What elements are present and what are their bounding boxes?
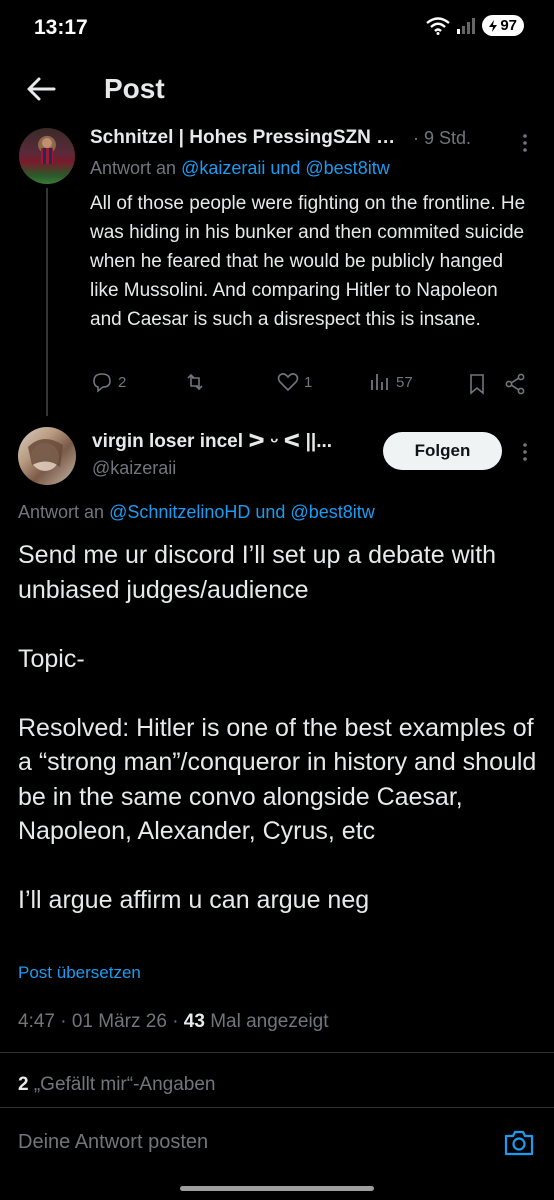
reply-prefix: Antwort an xyxy=(18,502,105,522)
reply-prefix: Antwort an xyxy=(90,158,177,178)
reply-mentions-link[interactable]: @kaizeraii und @best8itw xyxy=(181,158,390,178)
parent-author-name[interactable]: Schnitzel | Hohes PressingSZN … xyxy=(90,127,395,149)
battery-indicator: 97 xyxy=(482,15,524,36)
likes-count: 2 xyxy=(18,1074,29,1095)
post-text-line: Send me ur discord I’ll set up a debate … xyxy=(18,541,497,604)
thread-connector-line xyxy=(46,188,48,416)
status-time: 13:17 xyxy=(34,16,88,39)
parent-tweet-text: All of those people were fighting on the… xyxy=(90,193,526,330)
parent-action-bar: 2 1 57 xyxy=(90,370,530,398)
view-count: 57 xyxy=(396,373,413,391)
reply-button[interactable]: 2 xyxy=(90,370,126,394)
divider xyxy=(0,1052,554,1053)
post-view-label: Mal angezeigt xyxy=(204,1011,329,1032)
post-text-line xyxy=(18,676,543,711)
signal-icon xyxy=(457,17,476,34)
likes-label: „Gefällt mir“-Angaben xyxy=(28,1074,216,1095)
app-bar: Post xyxy=(0,60,554,120)
post-meta: 4:47 · 01 März 26 · 43 Mal angezeigt xyxy=(18,1011,329,1033)
reply-mentions-link[interactable]: @SchnitzelinoHD und @best8itw xyxy=(109,502,375,522)
parent-timestamp: · 9 Std. xyxy=(413,128,472,148)
reply-count: 2 xyxy=(118,373,127,391)
follow-button[interactable]: Folgen xyxy=(383,432,502,470)
reply-input[interactable] xyxy=(18,1131,478,1154)
post-author-name[interactable]: virgin loser incel ᐳ ᵕ ᐸ ||... xyxy=(92,430,332,453)
post-timestamp: 4:47 · 01 März 26 · xyxy=(18,1011,184,1032)
like-count: 1 xyxy=(304,373,313,391)
player-figure-icon xyxy=(41,138,53,164)
post-text-line: Resolved: Hitler is one of the best exam… xyxy=(18,713,537,846)
battery-level: 97 xyxy=(500,17,517,34)
status-bar: 13:17 97 xyxy=(0,0,554,56)
wifi-icon xyxy=(426,16,451,35)
heart-icon xyxy=(277,373,299,392)
post-text-line: Topic- xyxy=(18,644,85,673)
post-text: Send me ur discord I’ll set up a debate … xyxy=(18,538,543,918)
translate-link[interactable]: Post übersetzen xyxy=(18,963,141,983)
post-author-handle[interactable]: @kaizeraii xyxy=(92,458,176,479)
camera-icon[interactable] xyxy=(503,1127,535,1159)
home-indicator[interactable] xyxy=(180,1186,374,1191)
parent-reply-context: Antwort an @kaizeraii und @best8itw xyxy=(90,158,390,179)
status-icons: 97 xyxy=(426,15,524,36)
reply-icon xyxy=(93,373,111,393)
more-options-icon[interactable] xyxy=(515,133,535,153)
avatar[interactable] xyxy=(18,427,76,485)
post-text-line: I’ll argue affirm u can argue neg xyxy=(18,886,370,914)
analytics-icon xyxy=(371,374,388,390)
post-view-count: 43 xyxy=(183,1011,205,1032)
views-button[interactable]: 57 xyxy=(368,370,413,394)
post-text-line xyxy=(18,849,543,884)
charging-icon xyxy=(489,19,498,32)
likes-summary[interactable]: 2 „Gefällt mir“-Angaben xyxy=(18,1074,215,1096)
avatar[interactable] xyxy=(19,128,75,184)
page-title: Post xyxy=(104,73,165,104)
back-arrow-icon[interactable] xyxy=(24,72,58,106)
post-reply-context: Antwort an @SchnitzelinoHD und @best8itw xyxy=(18,502,375,523)
divider xyxy=(0,1107,554,1108)
repost-icon xyxy=(187,373,203,391)
share-icon[interactable] xyxy=(503,372,527,396)
user-portrait-icon xyxy=(28,438,63,471)
like-button[interactable]: 1 xyxy=(276,370,312,394)
bookmark-icon[interactable] xyxy=(465,372,489,396)
more-options-icon[interactable] xyxy=(515,442,535,462)
post-text-line xyxy=(18,607,543,642)
repost-button[interactable] xyxy=(183,370,211,394)
